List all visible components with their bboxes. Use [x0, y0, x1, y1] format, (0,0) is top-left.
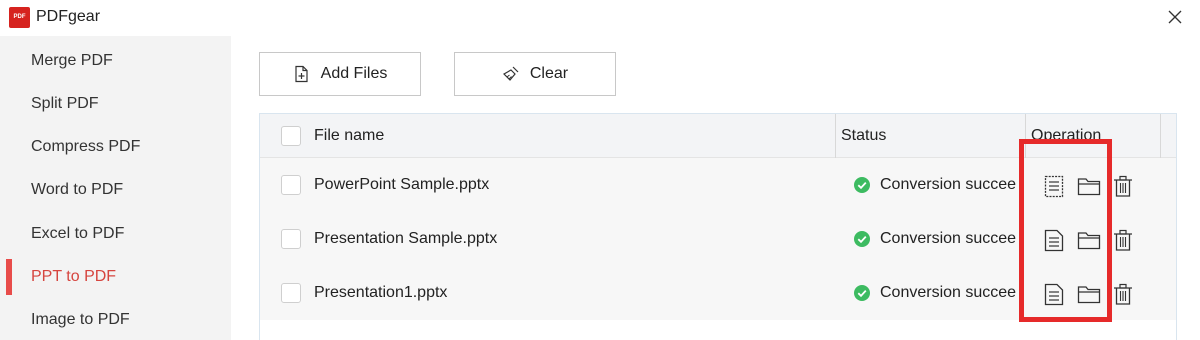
folder-icon: [1077, 178, 1101, 196]
table-header: File name Status Operation: [260, 114, 1176, 158]
sidebar-item-image-to-pdf[interactable]: Image to PDF: [0, 300, 231, 340]
sidebar-item-compress-pdf[interactable]: Compress PDF: [0, 127, 231, 167]
clear-label: Clear: [529, 65, 569, 82]
add-file-icon: [295, 65, 308, 83]
status-cell: Conversion succee: [854, 284, 1022, 302]
column-header-operation: Operation: [1031, 127, 1102, 144]
column-divider[interactable]: [1160, 114, 1161, 158]
file-table: File name Status Operation PowerPoint Sa…: [259, 113, 1177, 340]
row-checkbox[interactable]: [281, 175, 301, 195]
clear-button[interactable]: Clear: [454, 52, 616, 96]
broom-icon: [502, 66, 519, 81]
status-text: Conversion succee: [880, 230, 1017, 247]
open-file-button[interactable]: [1041, 227, 1067, 253]
add-files-label: Add Files: [320, 65, 388, 82]
sidebar-item-excel-to-pdf[interactable]: Excel to PDF: [0, 214, 231, 254]
open-file-button[interactable]: [1041, 173, 1067, 199]
status-text: Conversion succee: [880, 284, 1017, 301]
success-check-icon: [854, 231, 870, 247]
folder-icon: [1077, 286, 1101, 304]
success-check-icon: [854, 177, 870, 193]
folder-icon: [1077, 232, 1101, 250]
file-name: Presentation Sample.pptx: [314, 230, 498, 247]
document-icon: [1044, 283, 1064, 306]
sidebar-item-word-to-pdf[interactable]: Word to PDF: [0, 170, 231, 210]
app-title: PDFgear: [36, 8, 101, 25]
column-divider[interactable]: [835, 114, 836, 158]
open-folder-button[interactable]: [1076, 173, 1102, 199]
document-icon: [1044, 175, 1064, 198]
sidebar-item-ppt-to-pdf[interactable]: PPT to PDF: [0, 257, 231, 297]
sidebar-item-merge-pdf[interactable]: Merge PDF: [0, 41, 231, 81]
row-checkbox[interactable]: [281, 229, 301, 249]
column-header-file-name: File name: [314, 127, 385, 144]
open-file-button[interactable]: [1041, 281, 1067, 307]
delete-button[interactable]: [1110, 227, 1136, 253]
title-bar: PDF PDFgear: [0, 0, 1200, 36]
main-panel: Add Files Clear File name Status Operati…: [231, 36, 1200, 340]
status-text: Conversion succee: [880, 176, 1017, 193]
table-row: Presentation Sample.pptx Conversion succ…: [260, 212, 1176, 266]
file-name: PowerPoint Sample.pptx: [314, 176, 490, 193]
open-folder-button[interactable]: [1076, 281, 1102, 307]
pdfgear-logo: PDF: [9, 7, 30, 28]
status-cell: Conversion succee: [854, 176, 1022, 194]
column-divider[interactable]: [1025, 114, 1026, 158]
success-check-icon: [854, 285, 870, 301]
select-all-checkbox[interactable]: [281, 126, 301, 146]
add-files-button[interactable]: Add Files: [259, 52, 421, 96]
open-folder-button[interactable]: [1076, 227, 1102, 253]
row-checkbox[interactable]: [281, 283, 301, 303]
delete-button[interactable]: [1110, 281, 1136, 307]
delete-button[interactable]: [1110, 173, 1136, 199]
trash-icon: [1114, 283, 1132, 305]
close-icon: [1168, 10, 1182, 24]
table-row: Presentation1.pptx Conversion succee: [260, 266, 1176, 320]
trash-icon: [1114, 175, 1132, 197]
status-cell: Conversion succee: [854, 230, 1022, 248]
sidebar-item-split-pdf[interactable]: Split PDF: [0, 84, 231, 124]
sidebar: Merge PDF Split PDF Compress PDF Word to…: [0, 36, 231, 340]
file-name: Presentation1.pptx: [314, 284, 448, 301]
trash-icon: [1114, 229, 1132, 251]
column-header-status: Status: [841, 127, 887, 144]
table-row: PowerPoint Sample.pptx Conversion succee: [260, 158, 1176, 212]
close-button[interactable]: [1162, 4, 1188, 30]
document-icon: [1044, 229, 1064, 252]
